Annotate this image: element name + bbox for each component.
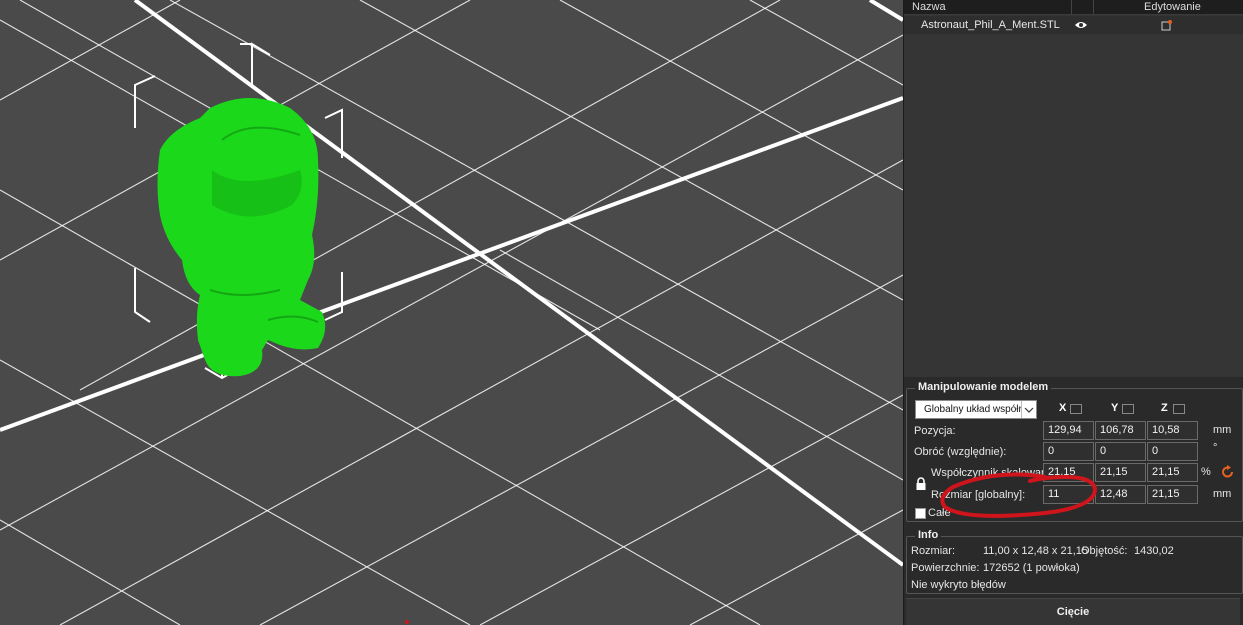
position-unit: mm bbox=[1213, 424, 1232, 436]
axis-x-label: X bbox=[1059, 402, 1067, 414]
object-name[interactable]: Astronaut_Phil_A_Ment.STL bbox=[921, 16, 1060, 34]
uniform-scale-checkbox[interactable] bbox=[915, 508, 926, 519]
position-x-input[interactable]: 129,94 bbox=[1043, 421, 1094, 440]
axis-z-label: Z bbox=[1161, 402, 1168, 414]
origin-marker bbox=[405, 620, 409, 624]
object-list: Astronaut_Phil_A_Ment.STL bbox=[904, 15, 1243, 377]
axis-y-label: Y bbox=[1111, 402, 1119, 414]
rotation-z-input[interactable]: 0 bbox=[1147, 442, 1198, 461]
scale-z-input[interactable]: 21,15 bbox=[1147, 463, 1198, 482]
rotation-unit: ° bbox=[1213, 442, 1218, 454]
info-volume-label: Objętość: bbox=[1081, 545, 1128, 557]
list-item[interactable]: Astronaut_Phil_A_Ment.STL bbox=[904, 16, 1243, 34]
manipulation-title: Manipulowanie modelem bbox=[915, 381, 1052, 393]
column-name[interactable]: Nazwa bbox=[912, 0, 946, 14]
position-label: Pozycja: bbox=[914, 425, 956, 437]
rotation-label: Obróć (względnie): bbox=[914, 446, 1007, 458]
astronaut-model[interactable] bbox=[157, 98, 326, 377]
column-editing[interactable]: Edytowanie bbox=[1144, 0, 1201, 14]
slice-button[interactable]: Cięcie bbox=[906, 598, 1240, 625]
object-manipulation-panel: Manipulowanie modelem Globalny układ wsp… bbox=[906, 381, 1243, 522]
lock-icon[interactable] bbox=[915, 477, 927, 491]
object-list-header: Nazwa Edytowanie bbox=[904, 0, 1243, 15]
edit-settings-icon[interactable] bbox=[1161, 19, 1173, 31]
info-size-value: 11,00 x 12,48 x 21,15 bbox=[983, 545, 1088, 557]
size-z-input[interactable]: 21,15 bbox=[1147, 485, 1198, 504]
size-y-input[interactable]: 12,48 bbox=[1095, 485, 1146, 504]
info-size-label: Rozmiar: bbox=[911, 545, 956, 557]
reset-scale-icon[interactable] bbox=[1221, 465, 1235, 479]
info-surface-label: Powierzchnie: bbox=[911, 562, 980, 574]
right-sidebar: Nazwa Edytowanie Astronaut_Phil_A_Ment.S… bbox=[903, 0, 1243, 625]
size-unit: mm bbox=[1213, 488, 1232, 500]
axis-drop-icon[interactable] bbox=[1122, 404, 1134, 414]
position-z-input[interactable]: 10,58 bbox=[1147, 421, 1198, 440]
scale-y-input[interactable]: 21,15 bbox=[1095, 463, 1146, 482]
info-volume-value: 1430,02 bbox=[1134, 545, 1174, 557]
rotation-x-input[interactable]: 0 bbox=[1043, 442, 1094, 461]
3d-viewport[interactable] bbox=[0, 0, 903, 625]
info-panel: Info Rozmiar: 11,00 x 12,48 x 21,15 Obję… bbox=[906, 529, 1243, 594]
red-highlight-annotation bbox=[940, 472, 1098, 518]
eye-icon[interactable] bbox=[1074, 20, 1088, 30]
position-y-input[interactable]: 106,78 bbox=[1095, 421, 1146, 440]
info-surface-value: 172652 (1 powłoka) bbox=[983, 562, 1080, 574]
chevron-down-icon bbox=[1021, 401, 1034, 418]
info-errors: Nie wykryto błędów bbox=[911, 579, 1006, 591]
axis-drop-icon[interactable] bbox=[1173, 404, 1185, 414]
scale-unit: % bbox=[1201, 466, 1211, 478]
info-title: Info bbox=[915, 529, 942, 541]
axis-drop-icon[interactable] bbox=[1070, 404, 1082, 414]
coordinate-system-select[interactable]: Globalny układ współrzędnych bbox=[915, 400, 1037, 419]
rotation-y-input[interactable]: 0 bbox=[1095, 442, 1146, 461]
